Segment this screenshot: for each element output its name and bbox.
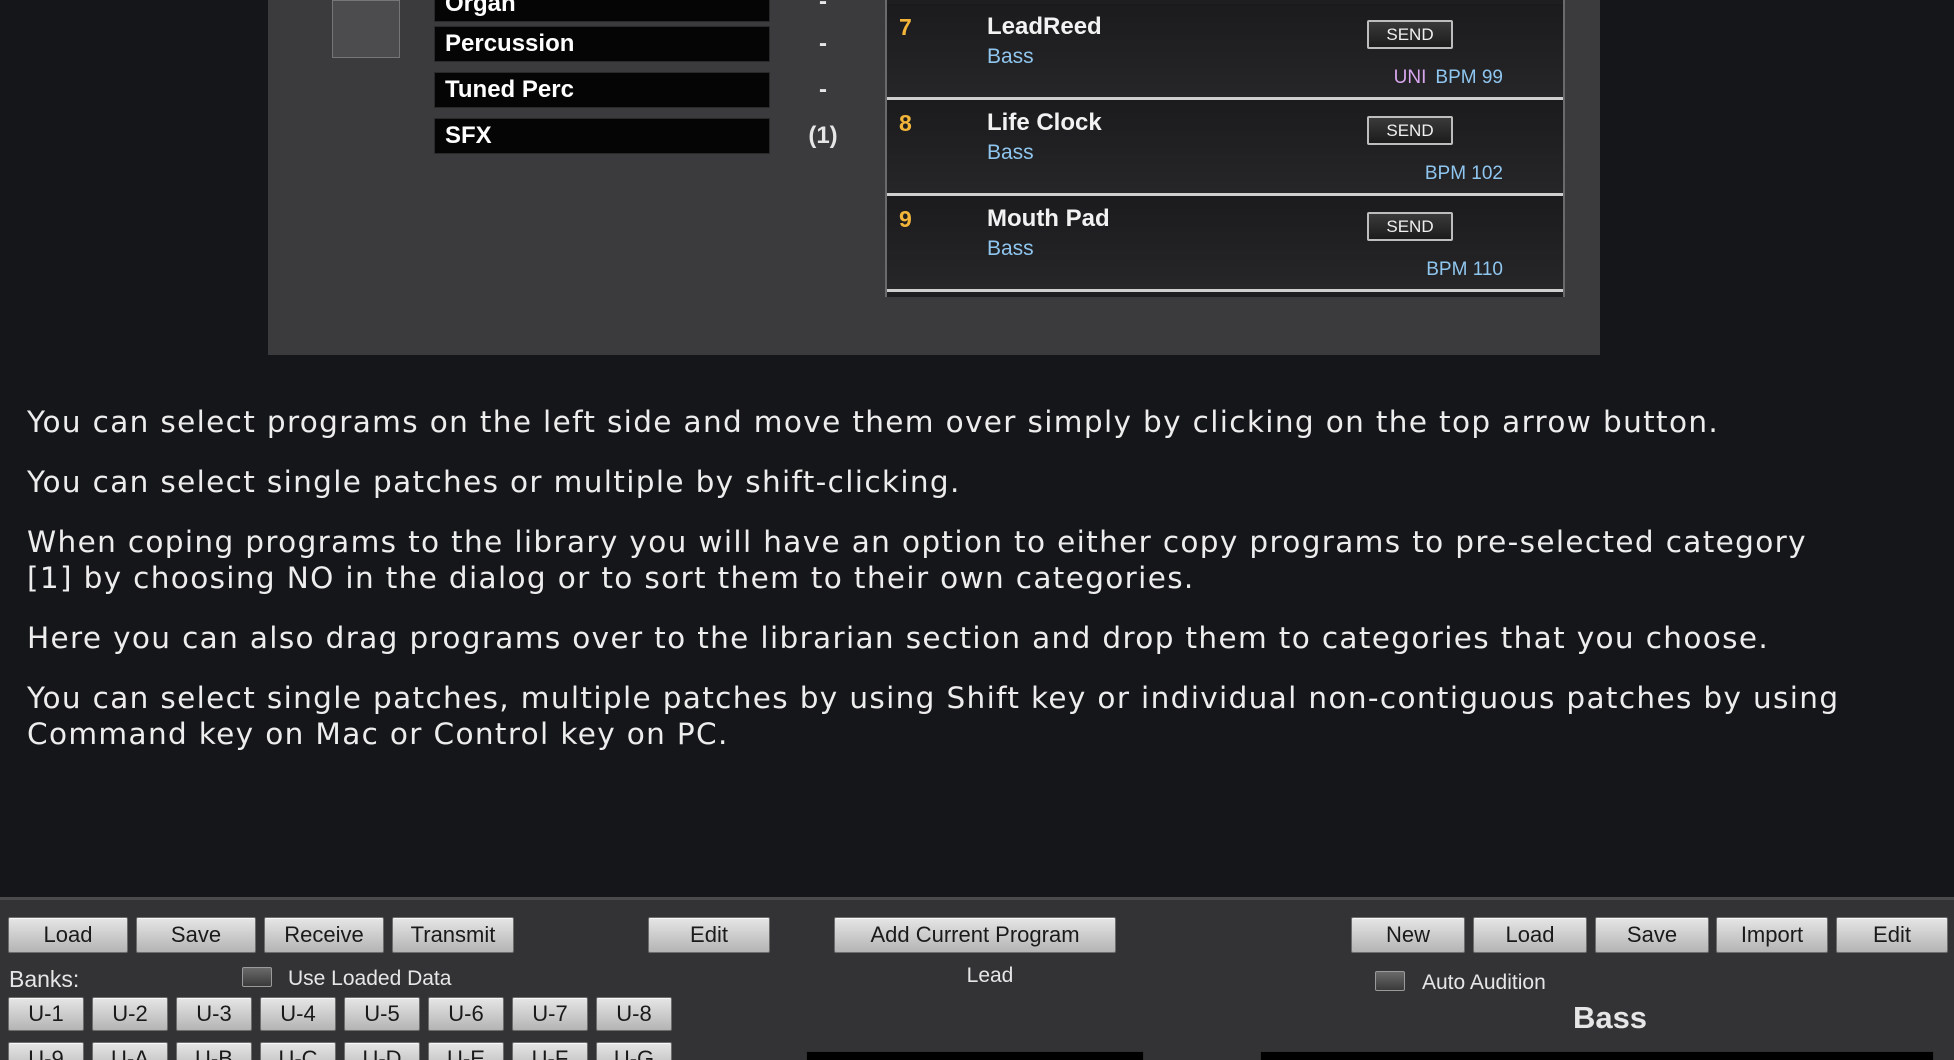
send-button[interactable]: SEND xyxy=(1367,20,1453,49)
add-current-program-button[interactable]: Add Current Program xyxy=(834,917,1116,953)
category-item-percussion[interactable]: Percussion xyxy=(434,26,770,62)
bank-button[interactable]: U-4 xyxy=(260,997,336,1031)
category-item-organ[interactable]: Organ xyxy=(434,0,770,22)
uni-tag: UNI xyxy=(1393,67,1427,88)
program-number: 9 xyxy=(899,206,912,232)
bpm-tag: BPM 99 xyxy=(1435,67,1503,88)
save-button[interactable]: Save xyxy=(136,917,256,953)
category-label: SFX xyxy=(445,122,492,149)
send-button[interactable]: SEND xyxy=(1367,116,1453,145)
description-line: When coping programs to the library you … xyxy=(27,525,1807,559)
library-category-title: Bass xyxy=(1572,1000,1648,1035)
description-line: You can select single patches or multipl… xyxy=(27,465,961,499)
banks-label: Banks: xyxy=(9,966,80,992)
library-list-header xyxy=(1260,1051,1934,1060)
program-category: Bass xyxy=(987,141,1034,164)
auto-audition-label: Auto Audition xyxy=(1422,971,1546,994)
category-color-swatch xyxy=(332,0,400,58)
program-category: Bass xyxy=(987,237,1034,260)
bank-button[interactable]: U-D xyxy=(344,1042,420,1060)
use-loaded-data-label: Use Loaded Data xyxy=(288,967,452,990)
bank-button[interactable]: U-B xyxy=(176,1042,252,1060)
program-tags: BPM 110 xyxy=(1426,259,1503,281)
bank-button[interactable]: U-3 xyxy=(176,997,252,1031)
category-count: - xyxy=(819,30,827,57)
library-edit-button[interactable]: Edit xyxy=(1836,917,1948,953)
bpm-tag: BPM 102 xyxy=(1424,163,1503,184)
program-number: 7 xyxy=(899,14,912,40)
library-save-button[interactable]: Save xyxy=(1595,917,1709,953)
description-line: You can select programs on the left side… xyxy=(27,405,1720,439)
program-row[interactable]: 9 Mouth Pad Bass SEND BPM 110 xyxy=(887,196,1563,292)
bank-button[interactable]: U-A xyxy=(92,1042,168,1060)
category-count: (1) xyxy=(808,122,838,149)
category-item-sfx[interactable]: SFX xyxy=(434,118,770,154)
send-button[interactable]: SEND xyxy=(1367,212,1453,241)
bank-button[interactable]: U-F xyxy=(512,1042,588,1060)
category-item-tuned-perc[interactable]: Tuned Perc xyxy=(434,72,770,108)
bank-button[interactable]: U-9 xyxy=(8,1042,84,1060)
auto-audition-checkbox[interactable] xyxy=(1375,971,1405,991)
program-row[interactable]: 7 LeadReed Bass SEND UNI BPM 99 xyxy=(887,4,1563,100)
edit-bank-button[interactable]: Edit xyxy=(648,917,770,953)
load-button[interactable]: Load xyxy=(8,917,128,953)
description-line: Command key on Mac or Control key on PC. xyxy=(27,717,729,751)
bank-button[interactable]: U-G xyxy=(596,1042,672,1060)
program-name: LeadReed xyxy=(987,13,1102,40)
program-name: Life Clock xyxy=(987,109,1102,136)
program-number: 8 xyxy=(899,110,912,136)
bpm-tag: BPM 110 xyxy=(1426,259,1503,280)
bank-button[interactable]: U-7 xyxy=(512,997,588,1031)
program-tags: BPM 102 xyxy=(1425,163,1503,185)
program-list: 7 LeadReed Bass SEND UNI BPM 99 8 Life Cl… xyxy=(885,0,1565,297)
description-line: Here you can also drag programs over to … xyxy=(27,621,1770,655)
program-category: Bass xyxy=(987,45,1034,68)
bank-button[interactable]: U-6 xyxy=(428,997,504,1031)
bank-button[interactable]: U-8 xyxy=(596,997,672,1031)
bank-button[interactable]: U-E xyxy=(428,1042,504,1060)
program-tags: UNI BPM 99 xyxy=(1394,67,1503,89)
librarian-toolbar: Load Save Receive Transmit Edit Add Curr… xyxy=(0,897,1954,1060)
use-loaded-data-checkbox[interactable] xyxy=(242,967,272,987)
category-label: Organ xyxy=(445,0,516,17)
description-line: [1] by choosing NO in the dialog or to s… xyxy=(27,561,1195,595)
receive-button[interactable]: Receive xyxy=(264,917,384,953)
center-category-label: Lead xyxy=(966,964,1014,987)
bank-button[interactable]: U-C xyxy=(260,1042,336,1060)
category-label: Tuned Perc xyxy=(445,76,574,103)
category-label: Percussion xyxy=(445,30,575,57)
librarian-screenshot-panel: Organ - Percussion - Tuned Perc - SFX (1… xyxy=(268,0,1600,355)
bank-button[interactable]: U-2 xyxy=(92,997,168,1031)
program-name: Mouth Pad xyxy=(987,205,1110,232)
category-count: - xyxy=(819,76,827,103)
bank-button[interactable]: U-1 xyxy=(8,997,84,1031)
library-import-button[interactable]: Import xyxy=(1716,917,1828,953)
category-count: - xyxy=(819,0,827,15)
description-line: You can select single patches, multiple … xyxy=(27,681,1840,715)
library-load-button[interactable]: Load xyxy=(1473,917,1587,953)
bank-button[interactable]: U-5 xyxy=(344,997,420,1031)
program-list-header xyxy=(806,1051,1144,1060)
transmit-button[interactable]: Transmit xyxy=(392,917,514,953)
program-row[interactable]: 8 Life Clock Bass SEND BPM 102 xyxy=(887,100,1563,196)
library-new-button[interactable]: New xyxy=(1351,917,1465,953)
